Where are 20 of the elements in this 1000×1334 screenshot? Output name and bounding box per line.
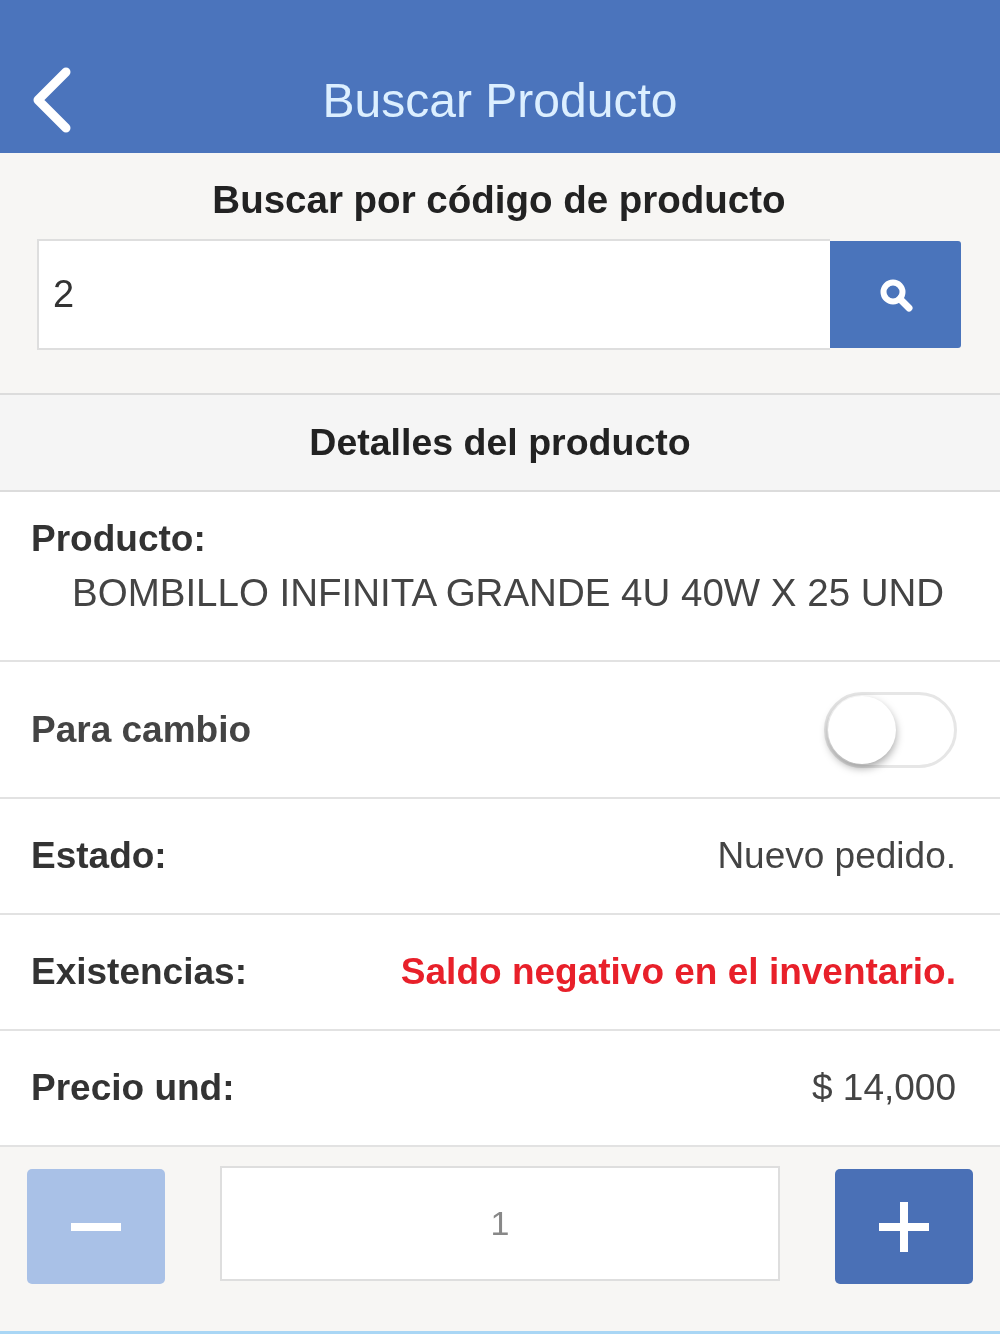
- search-icon: [878, 277, 913, 312]
- field-label: Estado:: [31, 834, 167, 878]
- plus-icon: [879, 1201, 929, 1252]
- quantity-field[interactable]: 1: [220, 1166, 780, 1281]
- field-label: Existencias:: [31, 950, 247, 994]
- warning-text: Saldo negativo en el inventario.: [400, 950, 956, 994]
- increment-button[interactable]: [835, 1169, 973, 1284]
- search-button[interactable]: [830, 241, 961, 348]
- field-value: Nuevo pedido.: [717, 834, 956, 878]
- section-title: Detalles del producto: [309, 421, 691, 464]
- code-input-field[interactable]: 2: [37, 239, 830, 350]
- toggle-switch[interactable]: [824, 691, 957, 768]
- product-name: BOMBILLO INFINITA GRANDE 4U 40W X 25 UND: [72, 570, 945, 616]
- field-label: Precio und:: [31, 1066, 235, 1110]
- field-value: $ 14,000: [811, 1066, 956, 1110]
- minus-icon: [71, 1222, 121, 1231]
- screen-title: Buscar Producto: [322, 72, 678, 129]
- search-label: Buscar por código de producto: [212, 177, 786, 223]
- field-label: Para cambio: [31, 707, 252, 752]
- field-label: Producto:: [31, 517, 206, 561]
